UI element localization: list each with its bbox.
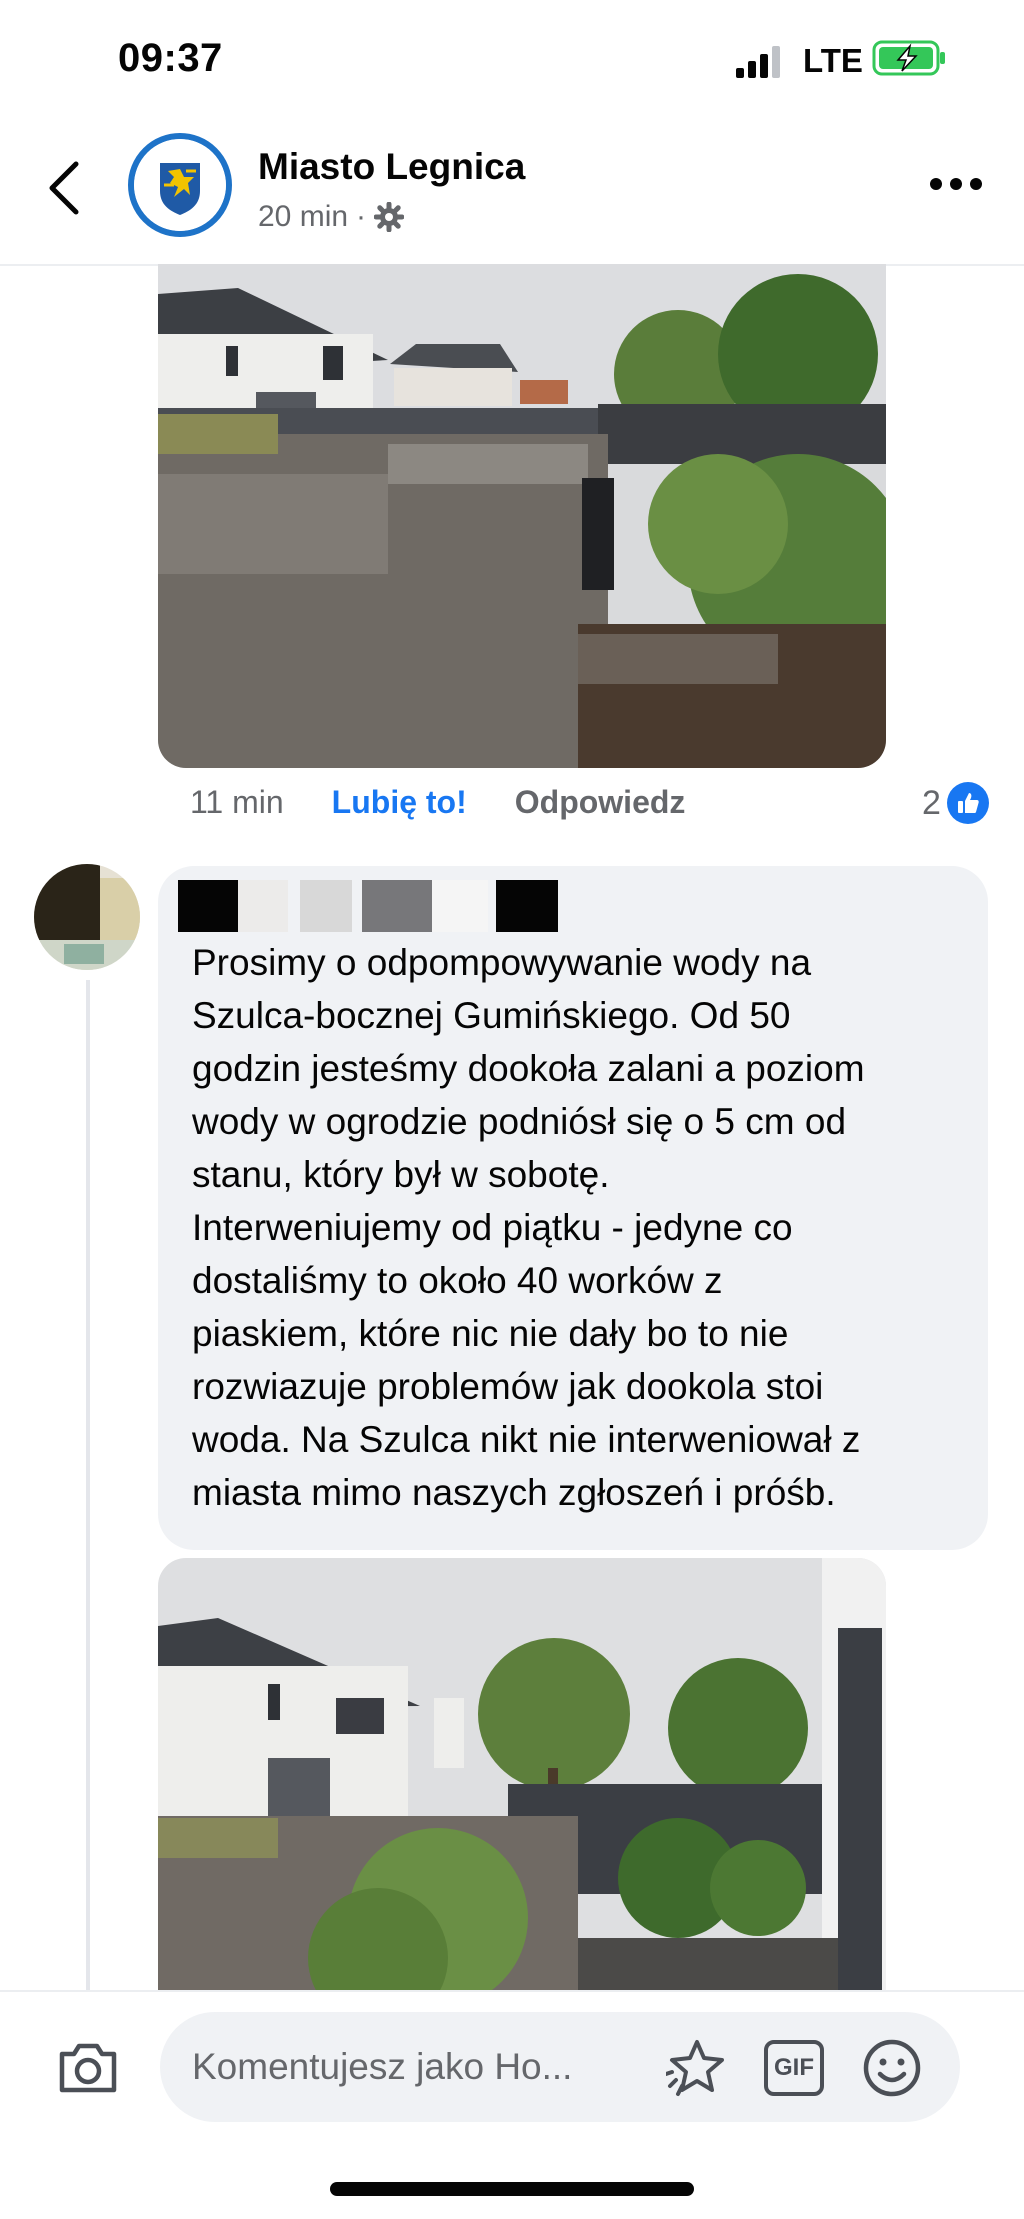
gif-label: GIF xyxy=(774,2054,814,2081)
camera-icon[interactable] xyxy=(56,2040,120,2096)
gif-icon[interactable]: GIF xyxy=(764,2040,824,2096)
page-name[interactable]: Miasto Legnica xyxy=(258,146,525,188)
chevron-left-icon[interactable] xyxy=(44,160,84,216)
post-meta: 20 min · xyxy=(258,200,405,234)
battery-charging-icon xyxy=(872,40,945,76)
reaction-count: 2 xyxy=(922,783,941,822)
more-horizontal-icon[interactable] xyxy=(928,174,984,194)
emoji-icon[interactable] xyxy=(862,2038,922,2098)
reaction-summary[interactable]: 2 xyxy=(922,782,989,824)
reply-button[interactable]: Odpowiedz xyxy=(515,784,686,821)
censored-author-name xyxy=(178,880,558,932)
thread-line xyxy=(86,980,90,1990)
commenter-avatar[interactable] xyxy=(34,864,140,970)
status-time: 09:37 xyxy=(118,36,223,80)
reply-photo-flooded-street[interactable] xyxy=(158,264,886,768)
post-timestamp[interactable]: 20 min xyxy=(258,200,348,234)
garden-photo-illustration xyxy=(158,1558,886,2004)
gear-icon xyxy=(374,202,405,232)
page-avatar[interactable] xyxy=(128,133,232,237)
network-type: LTE xyxy=(803,42,863,79)
home-indicator[interactable] xyxy=(330,2182,694,2196)
meta-separator: · xyxy=(356,200,367,233)
flood-photo-illustration xyxy=(158,264,886,768)
city-crest-logo xyxy=(134,139,226,231)
like-button[interactable]: Lubię to! xyxy=(332,784,467,821)
comment-photo-flooded-garden[interactable] xyxy=(158,1558,886,2004)
pixelated-avatar-image xyxy=(34,864,140,970)
comment-text: Prosimy o odpompowywanie wody na Szulca-… xyxy=(192,942,865,1513)
reply-time: 11 min xyxy=(190,784,284,820)
comment-input-placeholder: Komentujesz jako Ho... xyxy=(192,2046,573,2087)
sticker-icon[interactable] xyxy=(666,2036,728,2098)
signal-icon xyxy=(736,46,780,78)
reply-actions: 11 min Lubię to! Odpowiedz xyxy=(190,784,685,821)
thumbs-up-icon xyxy=(946,782,989,824)
